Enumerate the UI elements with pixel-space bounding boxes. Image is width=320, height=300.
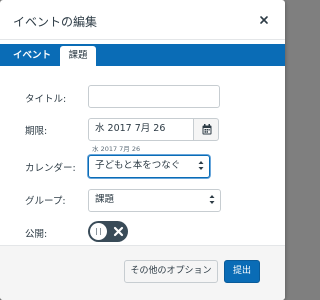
group-select-value: 課題 (95, 194, 115, 205)
due-date-input[interactable]: 水 2017 7月 26 (88, 118, 194, 141)
calendar-label: カレンダー: (25, 163, 76, 174)
calendar-button[interactable] (193, 118, 219, 141)
publish-label: 公開: (25, 229, 48, 240)
title-input[interactable] (88, 85, 220, 108)
close-icon[interactable] (257, 13, 271, 27)
grip-icon (96, 228, 101, 235)
due-date-hint: 水 2017 7月 26 (92, 145, 141, 153)
publish-toggle[interactable] (88, 221, 128, 242)
calendar-select[interactable]: 子どもと本をつなぐ (88, 155, 210, 178)
group-select[interactable]: 課題 (88, 189, 221, 212)
toggle-knob (90, 223, 107, 240)
tab-bar: イベント 課題 (0, 44, 285, 66)
more-options-button[interactable]: その他のオプション (124, 260, 218, 283)
select-arrows-icon (198, 161, 204, 170)
dialog-title: イベントの編集 (13, 15, 98, 29)
tab-assignment[interactable]: 課題 (60, 46, 96, 66)
title-label: タイトル: (25, 94, 67, 105)
group-label: グループ: (25, 196, 66, 207)
select-arrows-icon (209, 195, 215, 204)
dialog-titlebar: イベントの編集 (0, 0, 285, 40)
tab-event[interactable]: イベント (9, 46, 55, 66)
dialog-footer: その他のオプション 提出 (0, 245, 285, 300)
calendar-select-value: 子どもと本をつなぐ (95, 160, 181, 171)
edit-event-dialog: イベントの編集 イベント 課題 タイトル: 期限: 水 2017 7月 26 水… (0, 0, 285, 300)
calendar-icon (202, 124, 212, 135)
due-label: 期限: (25, 126, 48, 137)
submit-button[interactable]: 提出 (224, 260, 260, 283)
x-icon (113, 226, 124, 237)
